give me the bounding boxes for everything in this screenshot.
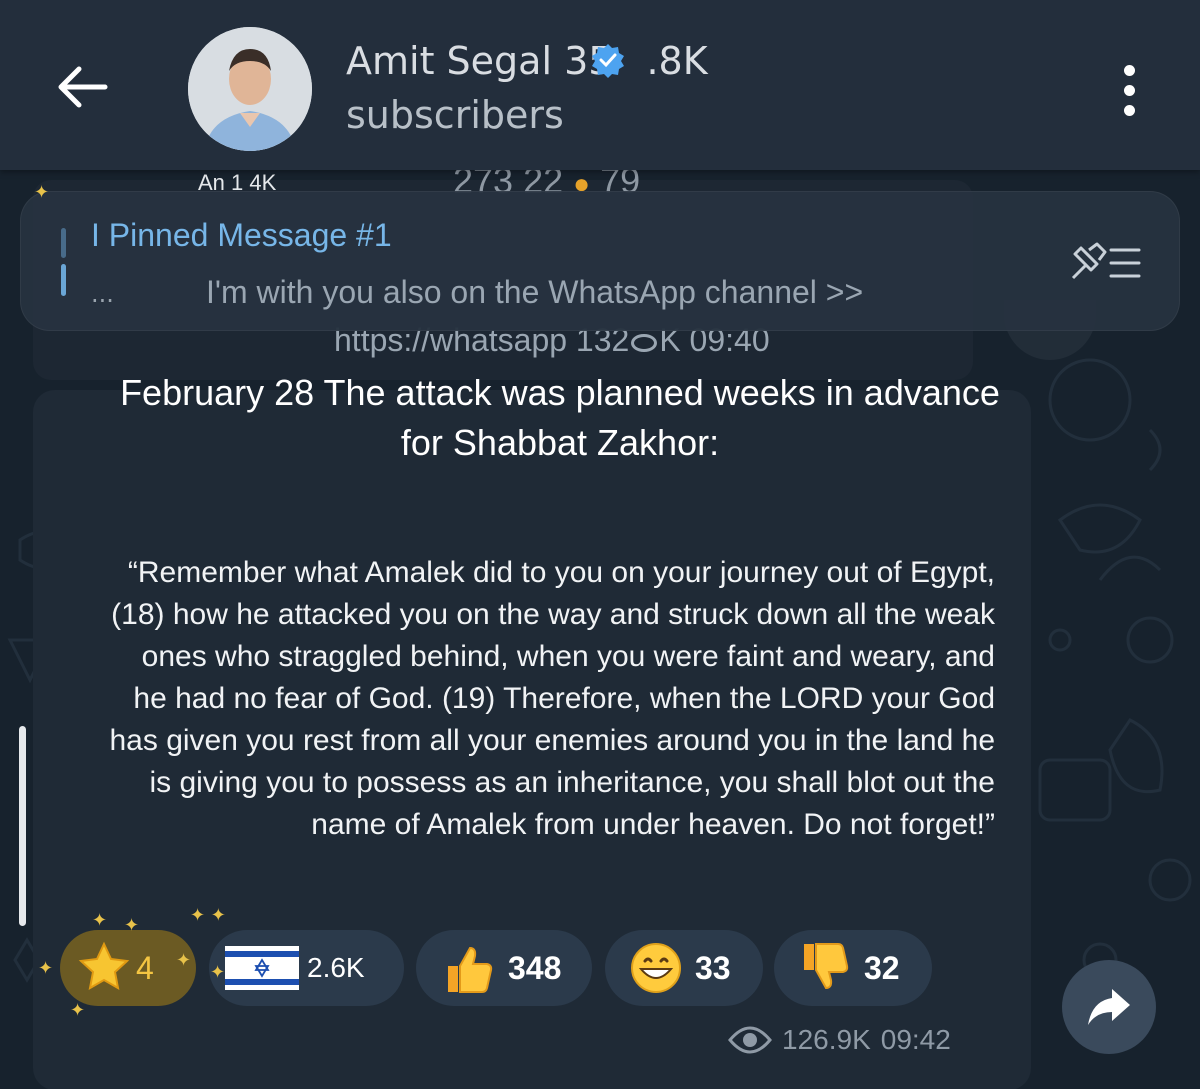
reaction-count: 2.6K [307, 952, 365, 983]
avatar[interactable] [188, 27, 312, 151]
message-meta: 126.9K 09:42 [728, 1024, 951, 1056]
sparkle-icon: ✦ [38, 958, 54, 979]
dots-vertical-icon [1123, 64, 1135, 76]
sparkle-icon: ✦ [92, 910, 108, 931]
thumbs-up-icon [448, 946, 493, 993]
pinned-list-icon[interactable] [1067, 242, 1143, 284]
star-icon [78, 941, 130, 990]
share-arrow-icon [1088, 989, 1130, 1025]
sparkle-icon: ✦ ✦ [190, 905, 226, 926]
telegram-channel-screen: An 1 4K 273 22 ● 79 Amit Segal 35.8K sub… [0, 0, 1200, 1089]
reaction-grin[interactable]: 33 [605, 930, 763, 1006]
pinned-title: I Pinned Message #1 [91, 217, 392, 253]
reaction-flag[interactable]: 2.6K [209, 930, 404, 1006]
sparkle-icon: ✦ [70, 1000, 86, 1021]
view-count: 126.9K [782, 1024, 871, 1055]
sparkle-icon: ✦ [176, 950, 192, 971]
message-time: 09:42 [880, 1024, 951, 1055]
reaction-count: 348 [508, 949, 562, 986]
reaction-thumbs-up[interactable]: 348 [416, 930, 592, 1006]
israel-flag-icon [225, 946, 299, 990]
message-title: February 28 The attack was planned weeks… [120, 372, 1000, 463]
sparkle-icon: ✦ [124, 915, 140, 936]
sparkle-icon: ✦ [34, 182, 50, 203]
more-options-button[interactable] [1102, 58, 1156, 122]
eye-icon [728, 1026, 772, 1054]
back-button[interactable] [50, 55, 114, 119]
grinning-face-icon [631, 943, 681, 993]
pinned-message-bar[interactable]: I Pinned Message #1 ... I'm with you als… [20, 191, 1180, 331]
share-button[interactable] [1062, 960, 1156, 1054]
person-photo [188, 27, 312, 151]
reaction-count: 4 [136, 949, 154, 986]
thumbs-down-icon [804, 943, 849, 990]
channel-title[interactable]: Amit Segal 35.8K [346, 38, 708, 84]
eye-icon [631, 333, 658, 352]
chat-header: Amit Segal 35.8K subscribers [0, 0, 1200, 170]
verified-badge-icon [592, 44, 624, 78]
subscriber-count: subscribers [346, 93, 564, 137]
pinned-ellipsis: ... [91, 280, 114, 308]
pinned-preview: I'm with you also on the WhatsApp channe… [206, 274, 864, 310]
reaction-count: 32 [864, 949, 900, 986]
scrollbar[interactable] [19, 726, 26, 926]
message-quote: “Remember what Amalek did to you on your… [109, 556, 995, 841]
sparkle-icon: ✦ [210, 962, 226, 983]
pinned-indicator [61, 228, 67, 302]
arrow-left-icon [58, 66, 108, 108]
reaction-thumbs-down[interactable]: 32 [774, 930, 932, 1006]
reaction-count: 33 [695, 949, 731, 986]
